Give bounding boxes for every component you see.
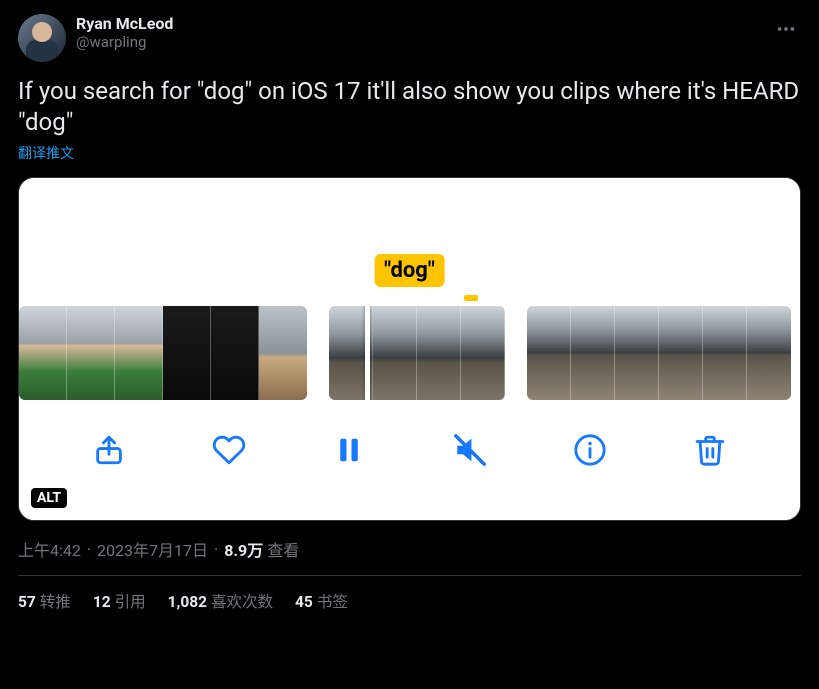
- clip-thumbnail: [19, 306, 307, 400]
- alt-badge[interactable]: ALT: [31, 488, 67, 508]
- more-icon[interactable]: [771, 14, 801, 48]
- media-toolbar: [19, 418, 800, 482]
- tweet-meta: 上午4:42 · 2023年7月17日 · 8.9万查看: [18, 537, 801, 561]
- media-content: "dog": [19, 178, 800, 520]
- tweet-time[interactable]: 上午4:42: [18, 537, 81, 561]
- quote-count[interactable]: 12引用: [93, 590, 146, 612]
- pause-icon[interactable]: [325, 426, 373, 474]
- translate-link[interactable]: 翻译推文: [18, 143, 74, 163]
- engagement-stats: 57转推 12引用 1,082喜欢次数 45书签: [18, 576, 801, 612]
- display-name: Ryan McLeod: [76, 14, 173, 33]
- share-icon[interactable]: [85, 426, 133, 474]
- clip-thumbnail-active: [329, 306, 505, 400]
- media-card[interactable]: "dog": [18, 177, 801, 521]
- like-count[interactable]: 1,082喜欢次数: [168, 590, 273, 612]
- bookmark-count[interactable]: 45书签: [295, 590, 348, 612]
- tweet-date[interactable]: 2023年7月17日: [97, 537, 208, 561]
- sound-off-icon[interactable]: [446, 426, 494, 474]
- avatar[interactable]: [18, 14, 66, 62]
- tweet-text: If you search for "dog" on iOS 17 it'll …: [18, 76, 801, 137]
- search-term-pointer: [464, 295, 478, 301]
- info-icon[interactable]: [566, 426, 614, 474]
- view-count[interactable]: 8.9万查看: [224, 537, 299, 561]
- heart-icon[interactable]: [205, 426, 253, 474]
- tweet-header: Ryan McLeod @warpling: [18, 14, 801, 62]
- clip-thumbnail: [527, 306, 791, 400]
- video-filmstrip: [19, 306, 800, 400]
- retweet-count[interactable]: 57转推: [18, 590, 71, 612]
- playhead[interactable]: [365, 306, 370, 400]
- tweet-container: Ryan McLeod @warpling If you search for …: [0, 0, 819, 612]
- handle: @warpling: [76, 33, 173, 51]
- trash-icon[interactable]: [686, 426, 734, 474]
- author-names[interactable]: Ryan McLeod @warpling: [76, 14, 173, 51]
- search-term-badge: "dog": [374, 254, 445, 287]
